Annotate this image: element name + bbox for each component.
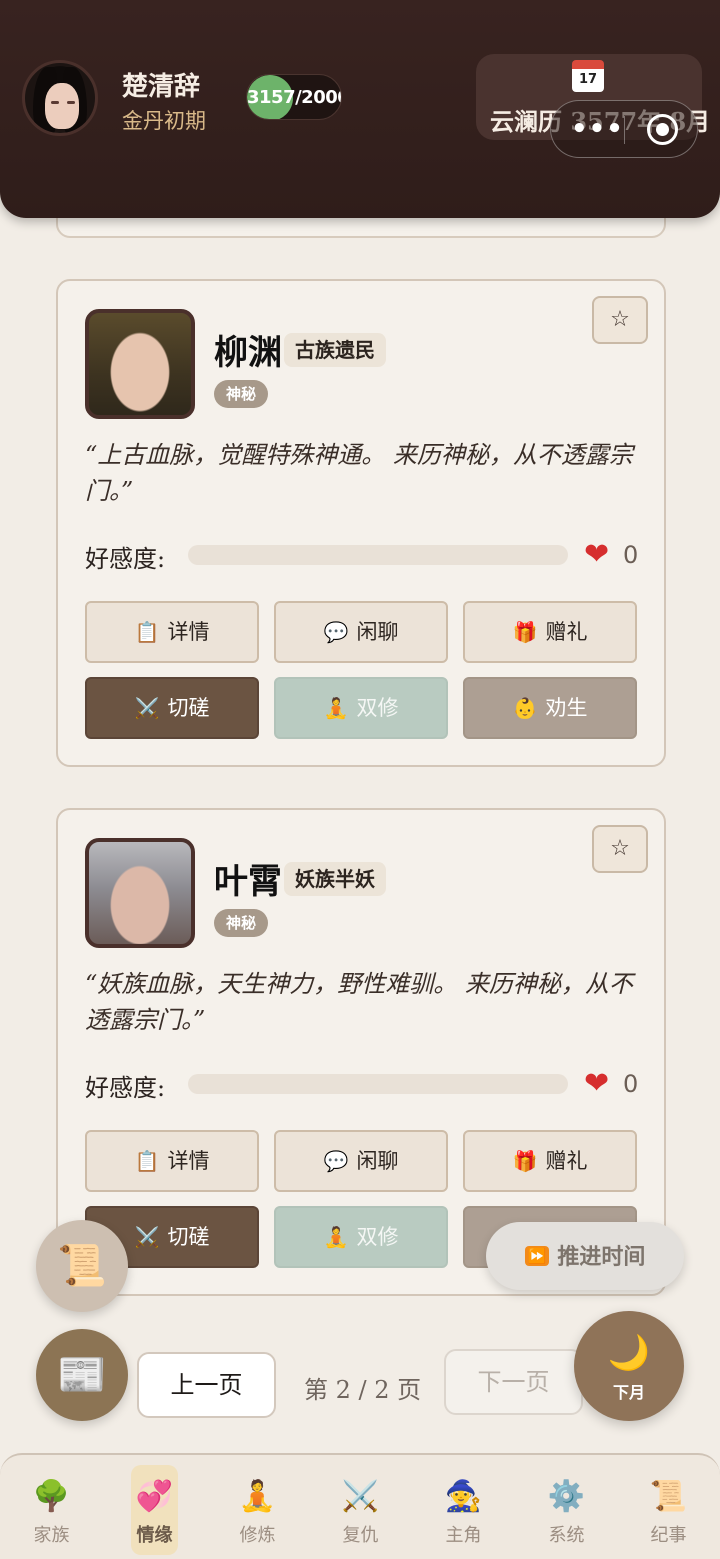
nav-label: 主角 [445, 1525, 482, 1546]
character-quote: “上古血脉，觉醒特殊神通。 来历神秘，从不透露宗门。” [85, 441, 633, 505]
mini-program-capsule: ••• [550, 100, 698, 158]
dual-cultivation-label: 双修 [356, 696, 399, 720]
gear-icon: ⚙️ [547, 1479, 586, 1514]
meditation-icon: 🧘 [323, 1225, 349, 1249]
affection-label: 好感度: [85, 545, 166, 573]
chat-label: 闲聊 [356, 1149, 399, 1173]
crossed-swords-icon: ⚔️ [134, 696, 160, 720]
affection-value: 0 [623, 541, 639, 569]
advance-time-label: 推进时间 [557, 1245, 646, 1270]
top-header: 楚清辞 金丹初期 3157/20000 17 云澜历 3577年 8月 ••• [0, 0, 720, 218]
more-menu-icon[interactable]: ••• [571, 116, 624, 142]
persuade-birth-button[interactable]: 👶 劝生 [463, 677, 637, 739]
character-card: ☆ 柳渊 古族遗民 神秘 “上古血脉，觉醒特殊神通。 来历神秘，从不透露宗门。”… [56, 279, 666, 767]
character-name: 叶霄 [214, 862, 282, 902]
spar-label: 切磋 [167, 1225, 210, 1249]
heart-icon: ❤ [584, 537, 610, 572]
next-page-button[interactable]: 下一页 [444, 1349, 583, 1415]
persuade-birth-label: 劝生 [545, 696, 588, 720]
advance-time-button[interactable]: ⏩ 推进时间 [486, 1222, 684, 1290]
nav-label: 复仇 [342, 1525, 379, 1546]
gift-button[interactable]: 🎁 赠礼 [463, 1130, 637, 1192]
exp-indicator: 3157/20000 [246, 74, 342, 120]
gift-button[interactable]: 🎁 赠礼 [463, 601, 637, 663]
origin-tag: 古族遗民 [284, 333, 386, 367]
nav-label: 纪事 [650, 1525, 687, 1546]
clipboard-icon: 📋 [134, 620, 160, 644]
player-rank: 金丹初期 [122, 109, 206, 133]
scroll-icon: 📜 [649, 1479, 688, 1514]
speech-bubble-icon: 💬 [323, 620, 349, 644]
calendar-icon: 17 [572, 60, 604, 92]
nav-label: 情缘 [136, 1525, 173, 1546]
clipboard-icon: 📋 [134, 1149, 160, 1173]
details-button[interactable]: 📋 详情 [85, 1130, 259, 1192]
dual-cultivation-label: 双修 [356, 1225, 399, 1249]
baby-icon: 👶 [512, 696, 538, 720]
speech-bubble-icon: 💬 [323, 1149, 349, 1173]
favorite-star-button[interactable]: ☆ [592, 296, 648, 344]
spar-button[interactable]: ⚔️ 切磋 [85, 677, 259, 739]
affection-bar [188, 1074, 568, 1094]
exp-text: 3157/20000 [247, 87, 341, 108]
nav-item-system[interactable]: ⚙️ 系统 [515, 1455, 618, 1559]
nav-item-chronicle[interactable]: 📜 纪事 [617, 1455, 720, 1559]
nav-item-romance[interactable]: 💞 情缘 [103, 1455, 206, 1559]
chat-label: 闲聊 [356, 620, 399, 644]
newspaper-icon: 📰 [57, 1352, 107, 1398]
gift-icon: 🎁 [512, 1149, 538, 1173]
nav-item-family[interactable]: 🌳 家族 [0, 1455, 103, 1559]
meditation-icon: 🧘 [323, 696, 349, 720]
tree-icon: 🌳 [32, 1479, 71, 1514]
character-name: 柳渊 [214, 333, 282, 373]
details-label: 详情 [167, 1149, 210, 1173]
scroll-button[interactable]: 📜 [36, 1220, 128, 1312]
spar-label: 切磋 [167, 696, 210, 720]
chat-button[interactable]: 💬 闲聊 [274, 601, 448, 663]
bottom-nav: 🌳 家族 💞 情缘 🧘 修炼 ⚔️ 复仇 🧙 主角 ⚙️ 系统 📜 纪事 [0, 1453, 720, 1559]
hearts-icon: 💞 [135, 1479, 174, 1514]
player-name: 楚清辞 [122, 72, 201, 102]
fast-forward-icon: ⏩ [524, 1246, 550, 1266]
crossed-swords-icon: ⚔️ [134, 1225, 160, 1249]
gift-icon: 🎁 [512, 620, 538, 644]
character-quote: “妖族血脉，天生神力，野性难驯。 来历神秘，从不透露宗门。” [85, 970, 633, 1034]
next-month-button[interactable]: 🌙 下月 [574, 1311, 684, 1421]
dual-cultivation-button[interactable]: 🧘 双修 [274, 1206, 448, 1268]
crossed-swords-icon: ⚔️ [341, 1479, 380, 1514]
gift-label: 赠礼 [545, 620, 588, 644]
heart-icon: ❤ [584, 1066, 610, 1101]
nav-item-cultivation[interactable]: 🧘 修炼 [206, 1455, 309, 1559]
nav-label: 系统 [548, 1525, 585, 1546]
prev-page-button[interactable]: 上一页 [137, 1352, 276, 1418]
wizard-icon: 🧙 [444, 1479, 483, 1514]
affection-label: 好感度: [85, 1074, 166, 1102]
close-target-icon[interactable] [647, 114, 678, 145]
next-month-label: 下月 [612, 1383, 645, 1402]
details-label: 详情 [167, 620, 210, 644]
meditation-icon: 🧘 [238, 1479, 277, 1514]
character-portrait[interactable] [85, 309, 195, 419]
nav-item-protagonist[interactable]: 🧙 主角 [412, 1455, 515, 1559]
mystery-badge: 神秘 [214, 909, 268, 937]
chat-button[interactable]: 💬 闲聊 [274, 1130, 448, 1192]
origin-tag: 妖族半妖 [284, 862, 386, 896]
favorite-star-button[interactable]: ☆ [592, 825, 648, 873]
nav-label: 修炼 [239, 1525, 276, 1546]
character-portrait[interactable] [85, 838, 195, 948]
scroll-icon: 📜 [57, 1243, 107, 1289]
gift-label: 赠礼 [545, 1149, 588, 1173]
nav-label: 家族 [33, 1525, 70, 1546]
news-button[interactable]: 📰 [36, 1329, 128, 1421]
mystery-badge: 神秘 [214, 380, 268, 408]
dual-cultivation-button[interactable]: 🧘 双修 [274, 677, 448, 739]
nav-item-revenge[interactable]: ⚔️ 复仇 [309, 1455, 412, 1559]
player-avatar[interactable] [22, 60, 98, 136]
details-button[interactable]: 📋 详情 [85, 601, 259, 663]
affection-value: 0 [623, 1070, 639, 1098]
page-indicator: 第 2 / 2 页 [304, 1376, 422, 1404]
affection-bar [188, 545, 568, 565]
moon-icon: 🌙 [607, 1333, 651, 1373]
